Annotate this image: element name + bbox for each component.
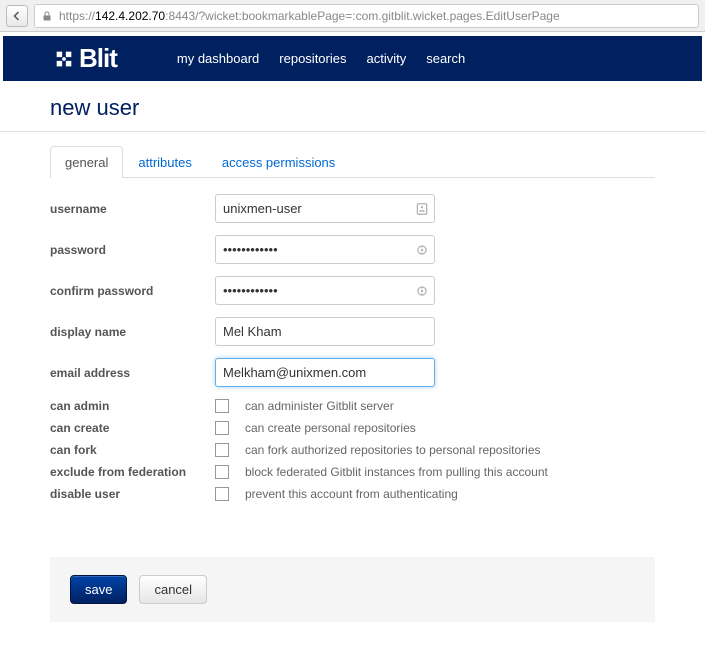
tabs: general attributes access permissions (50, 146, 655, 178)
key-icon (415, 284, 429, 298)
tab-access-permissions[interactable]: access permissions (207, 146, 350, 178)
checkbox-can-fork[interactable] (215, 443, 229, 457)
input-wrap-confirm (215, 276, 435, 305)
desc-can-create: can create personal repositories (245, 421, 416, 435)
label-disable: disable user (50, 487, 215, 501)
row-username: username (50, 194, 655, 223)
nav-activity[interactable]: activity (366, 51, 406, 66)
browser-bar: https://142.4.202.70:8443/?wicket:bookma… (0, 0, 705, 32)
arrow-left-icon (11, 10, 23, 22)
checkbox-exclude[interactable] (215, 465, 229, 479)
row-email: email address (50, 358, 655, 387)
label-username: username (50, 202, 215, 216)
row-password: password (50, 235, 655, 264)
row-displayname: display name (50, 317, 655, 346)
url-bar[interactable]: https://142.4.202.70:8443/?wicket:bookma… (34, 4, 699, 28)
displayname-input[interactable] (215, 317, 435, 346)
contact-icon (415, 202, 429, 216)
desc-exclude: block federated Gitblit instances from p… (245, 465, 548, 479)
desc-can-fork: can fork authorized repositories to pers… (245, 443, 541, 457)
label-can-admin: can admin (50, 399, 215, 413)
checkbox-disable[interactable] (215, 487, 229, 501)
row-can-admin: can admin can administer Gitblit server (50, 399, 655, 413)
label-password: password (50, 243, 215, 257)
password-input[interactable] (215, 235, 435, 264)
url-path: :8443/?wicket:bookmarkablePage=:com.gitb… (165, 9, 560, 23)
form: username password confirm password displ… (50, 178, 655, 529)
back-button[interactable] (6, 5, 28, 27)
checkbox-can-create[interactable] (215, 421, 229, 435)
row-can-create: can create can create personal repositor… (50, 421, 655, 435)
input-wrap-username (215, 194, 435, 223)
label-exclude: exclude from federation (50, 465, 215, 479)
git-icon (53, 48, 75, 70)
logo[interactable]: Blit (53, 43, 117, 74)
nav-repositories[interactable]: repositories (279, 51, 346, 66)
content: general attributes access permissions us… (0, 132, 705, 652)
cancel-button[interactable]: cancel (139, 575, 207, 604)
key-icon (415, 243, 429, 257)
tab-attributes[interactable]: attributes (123, 146, 206, 178)
confirm-password-input[interactable] (215, 276, 435, 305)
logo-text: Blit (79, 43, 117, 74)
desc-can-admin: can administer Gitblit server (245, 399, 394, 413)
url-protocol: https:// (59, 9, 95, 23)
label-displayname: display name (50, 325, 215, 339)
email-input[interactable] (215, 358, 435, 387)
save-button[interactable]: save (70, 575, 127, 604)
navbar: Blit my dashboard repositories activity … (3, 36, 702, 81)
tab-general[interactable]: general (50, 146, 123, 178)
desc-disable: prevent this account from authenticating (245, 487, 458, 501)
button-bar: save cancel (50, 557, 655, 622)
url-host: 142.4.202.70 (95, 9, 165, 23)
row-exclude: exclude from federation block federated … (50, 465, 655, 479)
label-can-create: can create (50, 421, 215, 435)
page-title: new user (0, 81, 705, 131)
label-email: email address (50, 366, 215, 380)
username-input[interactable] (215, 194, 435, 223)
nav-search[interactable]: search (426, 51, 465, 66)
label-confirm: confirm password (50, 284, 215, 298)
lock-icon (41, 10, 53, 22)
input-wrap-password (215, 235, 435, 264)
nav-dashboard[interactable]: my dashboard (177, 51, 259, 66)
row-disable: disable user prevent this account from a… (50, 487, 655, 501)
checkbox-can-admin[interactable] (215, 399, 229, 413)
nav-links: my dashboard repositories activity searc… (177, 51, 465, 66)
label-can-fork: can fork (50, 443, 215, 457)
row-confirm: confirm password (50, 276, 655, 305)
row-can-fork: can fork can fork authorized repositorie… (50, 443, 655, 457)
